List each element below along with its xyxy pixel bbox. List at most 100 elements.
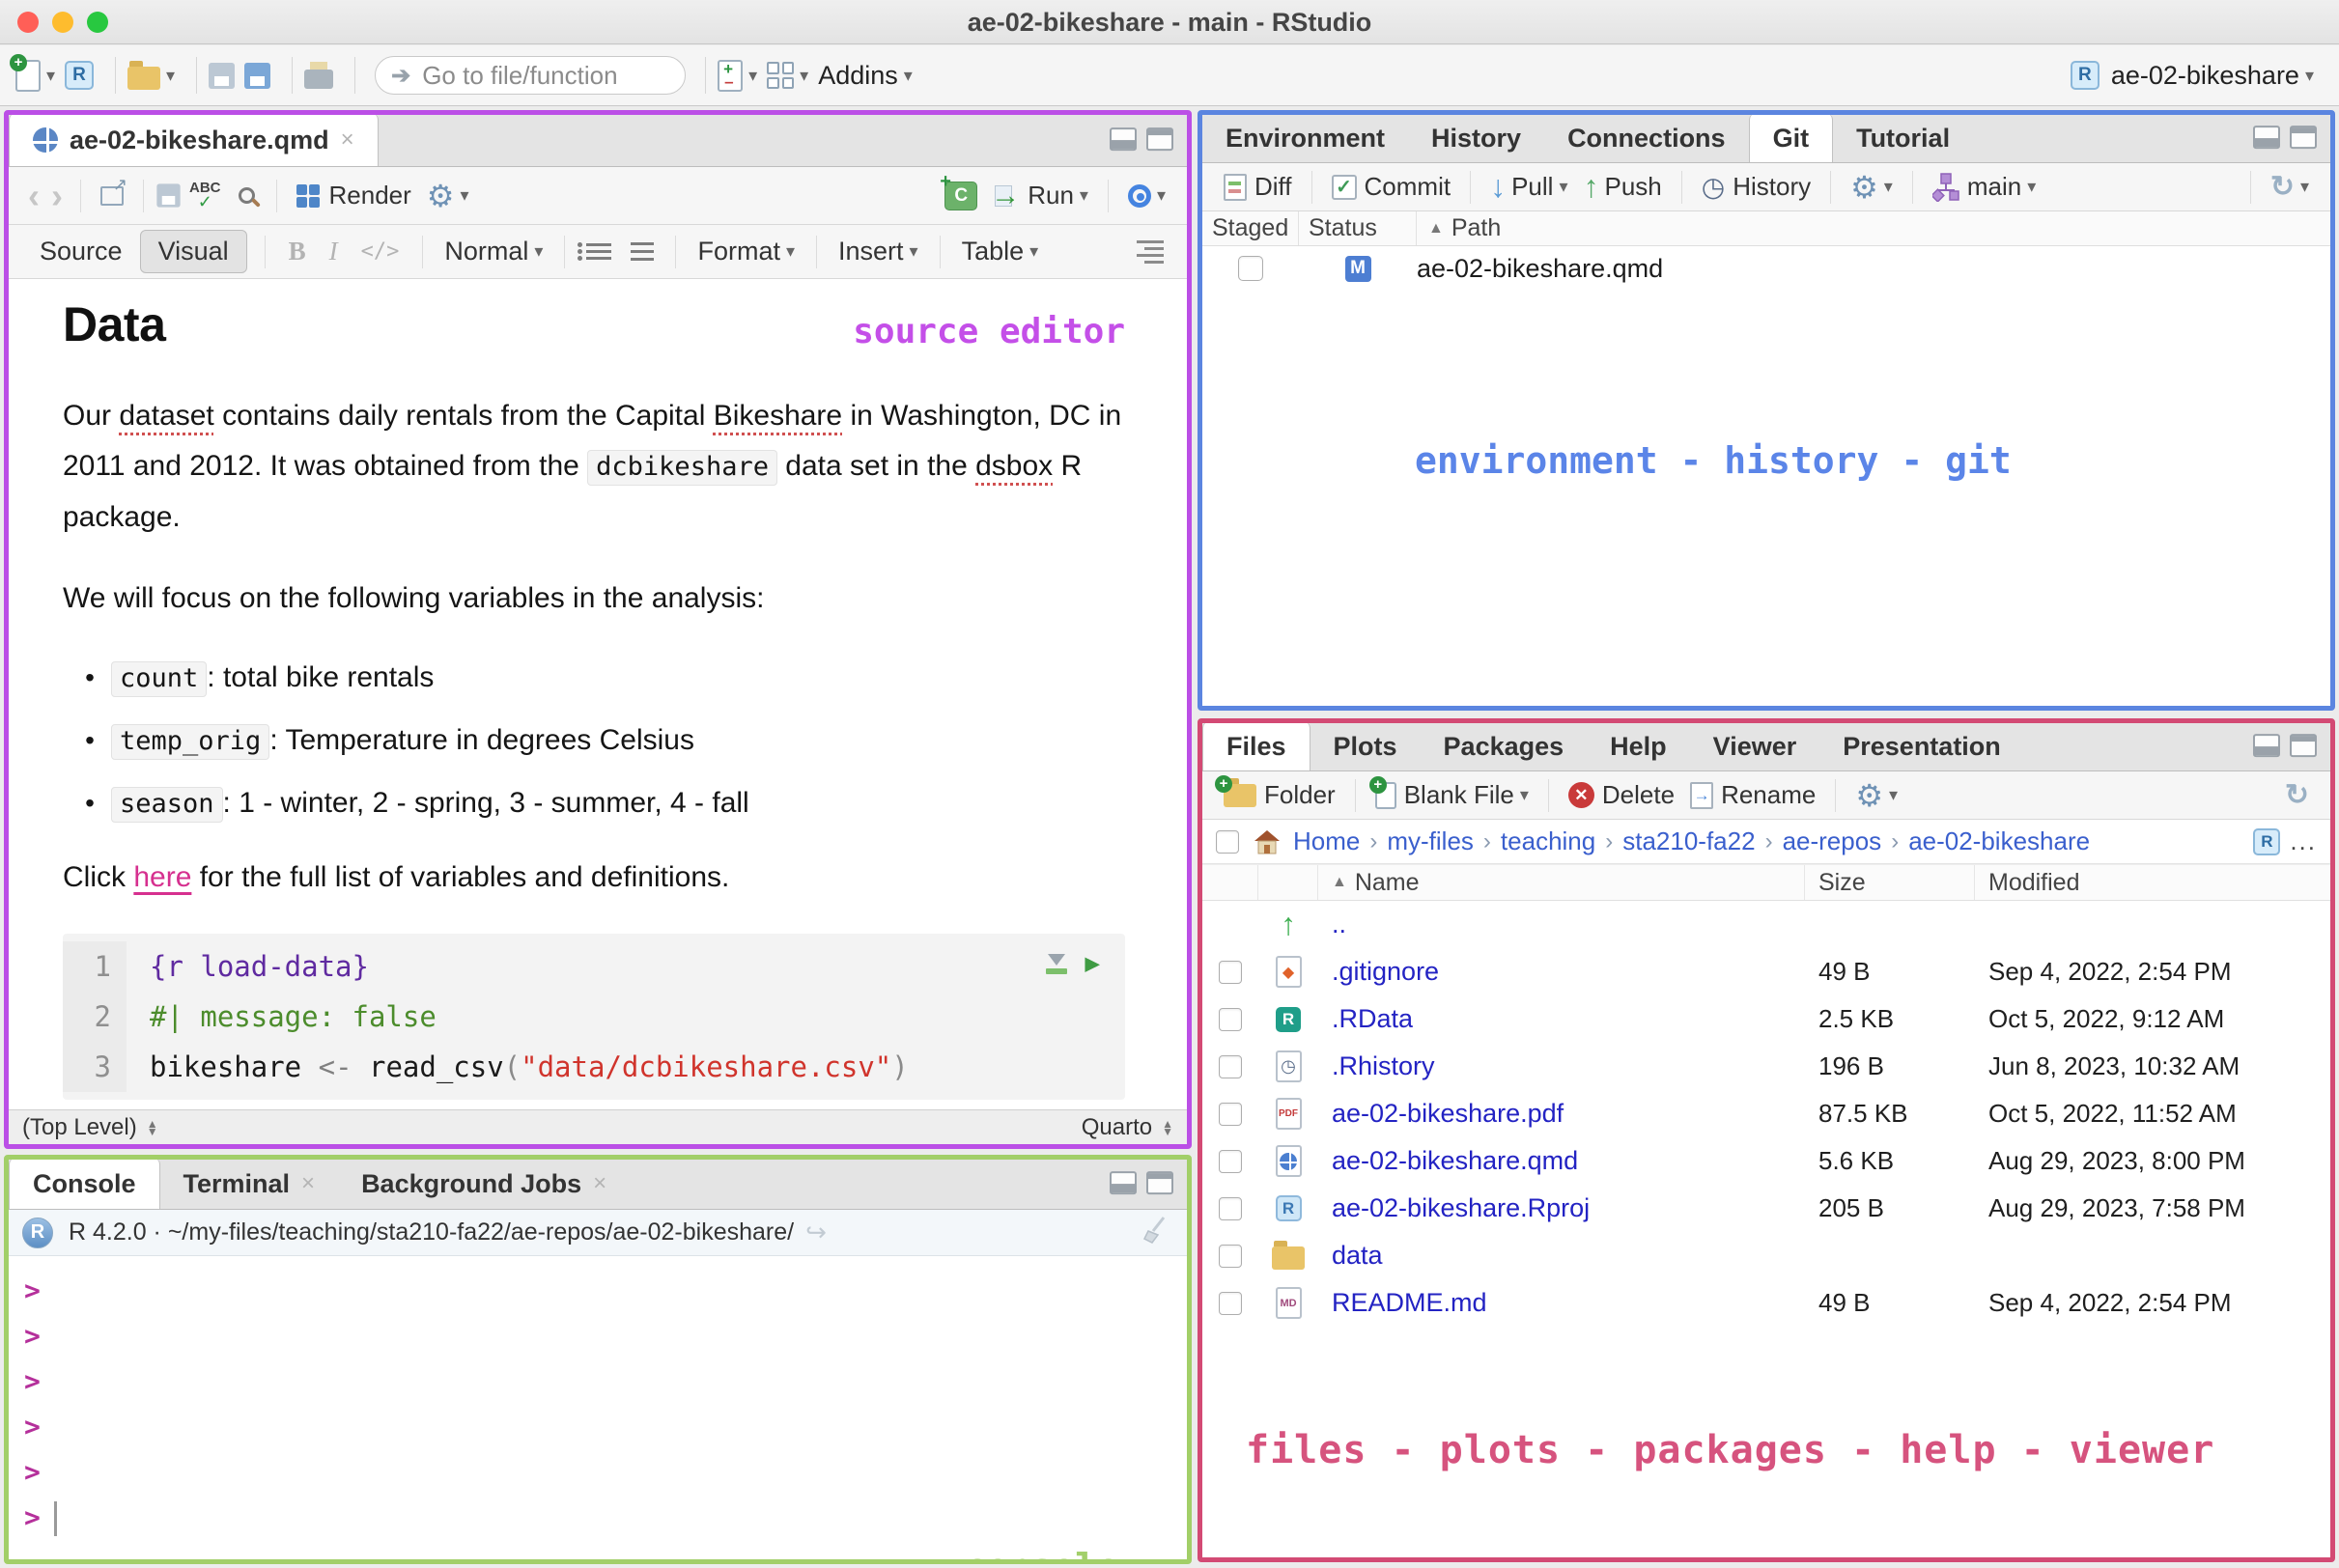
git-settings-button[interactable]: ⚙ ▾ bbox=[1850, 169, 1893, 206]
forward-icon[interactable]: › bbox=[51, 176, 63, 216]
file-row[interactable]: data bbox=[1202, 1232, 2330, 1279]
goto-file-input[interactable]: ➔ Go to file/function bbox=[375, 56, 687, 95]
maximize-pane-button[interactable] bbox=[2290, 125, 2317, 149]
pull-button[interactable]: ↓ Pull ▾ bbox=[1490, 169, 1567, 205]
breadcrumb-ae-02-bikeshare[interactable]: ae-02-bikeshare bbox=[1908, 826, 2090, 856]
tab-tutorial[interactable]: Tutorial bbox=[1833, 115, 1973, 162]
italic-button[interactable]: I bbox=[329, 237, 338, 266]
file-row[interactable]: ◆ .gitignore 49 B Sep 4, 2022, 2:54 PM bbox=[1202, 948, 2330, 995]
save-button[interactable] bbox=[209, 62, 236, 89]
zoom-window-button[interactable] bbox=[87, 12, 108, 33]
outline-location-selector[interactable]: (Top Level) bbox=[22, 1114, 137, 1141]
close-icon[interactable]: × bbox=[301, 1170, 315, 1197]
maximize-pane-button[interactable] bbox=[1146, 1170, 1173, 1194]
save-icon[interactable] bbox=[156, 183, 181, 208]
format-menu[interactable]: Format ▾ bbox=[697, 237, 795, 266]
new-file-button[interactable]: + ▾ bbox=[10, 53, 55, 92]
spellcheck-icon[interactable]: ABC ✓ bbox=[189, 181, 221, 210]
tab-plots[interactable]: Plots bbox=[1310, 723, 1421, 770]
workspace-panes-button[interactable]: ▾ bbox=[767, 62, 808, 89]
file-row[interactable]: ae-02-bikeshare.qmd 5.6 KB Aug 29, 2023,… bbox=[1202, 1137, 2330, 1185]
close-window-button[interactable] bbox=[17, 12, 39, 33]
breadcrumb-teaching[interactable]: teaching bbox=[1501, 826, 1595, 856]
tab-history[interactable]: History bbox=[1408, 115, 1544, 162]
tab-qmd-document[interactable]: ae-02-bikeshare.qmd × bbox=[9, 115, 379, 166]
minimize-pane-button[interactable] bbox=[2253, 733, 2280, 757]
column-name[interactable]: ▲ Name bbox=[1318, 865, 1805, 900]
publish-button[interactable]: ▾ bbox=[1127, 183, 1166, 208]
tab-packages[interactable]: Packages bbox=[1421, 723, 1588, 770]
column-staged[interactable]: Staged bbox=[1202, 211, 1299, 245]
code-format-button[interactable]: </> bbox=[361, 239, 400, 264]
table-menu[interactable]: Table ▾ bbox=[962, 237, 1039, 266]
push-button[interactable]: ↑ Push bbox=[1584, 169, 1662, 205]
open-file-button[interactable]: ▾ bbox=[127, 61, 175, 90]
staged-checkbox[interactable] bbox=[1238, 256, 1263, 281]
file-name[interactable]: README.md bbox=[1318, 1288, 1805, 1318]
minimize-pane-button[interactable] bbox=[1110, 1170, 1137, 1194]
diff-button[interactable]: Diff bbox=[1224, 172, 1292, 202]
file-row[interactable]: PDF ae-02-bikeshare.pdf 87.5 KB Oct 5, 2… bbox=[1202, 1090, 2330, 1137]
file-row[interactable]: ◷ .Rhistory 196 B Jun 8, 2023, 10:32 AM bbox=[1202, 1043, 2330, 1090]
file-checkbox[interactable] bbox=[1219, 1102, 1242, 1126]
tab-terminal[interactable]: Terminal × bbox=[160, 1160, 339, 1209]
console-output[interactable]: > > > > > > console bbox=[9, 1256, 1187, 1559]
file-checkbox[interactable] bbox=[1219, 1291, 1242, 1315]
render-button[interactable]: Render bbox=[296, 181, 411, 210]
close-icon[interactable]: × bbox=[593, 1170, 606, 1197]
breadcrumb-home[interactable]: Home bbox=[1293, 826, 1360, 856]
file-name[interactable]: ae-02-bikeshare.pdf bbox=[1318, 1099, 1805, 1129]
new-project-button[interactable]: R bbox=[65, 61, 95, 90]
home-icon[interactable] bbox=[1253, 828, 1282, 855]
bullet-list-icon[interactable] bbox=[578, 242, 612, 261]
tab-git[interactable]: Git bbox=[1748, 115, 1834, 162]
column-status[interactable]: Status bbox=[1299, 211, 1417, 245]
file-name[interactable]: ae-02-bikeshare.Rproj bbox=[1318, 1193, 1805, 1223]
project-selector[interactable]: R ae-02-bikeshare ▾ bbox=[2070, 61, 2314, 91]
tab-environment[interactable]: Environment bbox=[1202, 115, 1408, 162]
run-button[interactable]: → Run ▾ bbox=[991, 180, 1088, 212]
file-row[interactable]: MD README.md 49 B Sep 4, 2022, 2:54 PM bbox=[1202, 1279, 2330, 1327]
file-checkbox[interactable] bbox=[1219, 1196, 1242, 1220]
maximize-pane-button[interactable] bbox=[1146, 126, 1173, 151]
run-chunks-above-icon[interactable] bbox=[1046, 953, 1068, 974]
file-name[interactable]: .. bbox=[1318, 910, 1805, 939]
insert-chunk-button[interactable]: C bbox=[940, 171, 978, 210]
doc-type-selector[interactable]: Quarto bbox=[1082, 1114, 1152, 1141]
minimize-window-button[interactable] bbox=[52, 12, 73, 33]
refresh-button[interactable]: ↻ ▾ bbox=[2270, 170, 2309, 204]
history-button[interactable]: ◷ History bbox=[1702, 171, 1811, 203]
file-row[interactable]: R ae-02-bikeshare.Rproj 205 B Aug 29, 20… bbox=[1202, 1185, 2330, 1232]
tab-files[interactable]: Files bbox=[1202, 723, 1310, 770]
tab-connections[interactable]: Connections bbox=[1544, 115, 1749, 162]
file-checkbox[interactable] bbox=[1219, 1244, 1242, 1268]
more-columns-button[interactable]: ... bbox=[2290, 826, 2317, 856]
file-row[interactable]: R .RData 2.5 KB Oct 5, 2022, 9:12 AM bbox=[1202, 995, 2330, 1043]
run-chunk-icon[interactable]: ▶ bbox=[1085, 949, 1100, 978]
save-all-button[interactable] bbox=[244, 62, 271, 89]
paragraph-style-dropdown[interactable]: Normal ▾ bbox=[444, 237, 543, 266]
search-icon[interactable] bbox=[238, 187, 255, 204]
column-size[interactable]: Size bbox=[1805, 865, 1975, 900]
render-settings-button[interactable]: ⚙ ▾ bbox=[427, 178, 469, 214]
bold-button[interactable]: B bbox=[289, 237, 306, 266]
addins-menu[interactable]: Addins ▾ bbox=[818, 61, 913, 91]
here-link[interactable]: here bbox=[133, 861, 191, 893]
source-mode-button[interactable]: Source bbox=[22, 231, 140, 272]
files-settings-button[interactable]: ⚙ ▾ bbox=[1855, 777, 1898, 814]
outline-toggle-icon[interactable] bbox=[1137, 239, 1173, 264]
close-icon[interactable]: × bbox=[341, 126, 354, 154]
file-name[interactable]: .RData bbox=[1318, 1004, 1805, 1034]
back-icon[interactable]: ‹ bbox=[28, 176, 40, 216]
print-button[interactable] bbox=[304, 62, 334, 89]
code-chunk[interactable]: ▶ 1 {r load-data} 2 #| message: false 3 … bbox=[63, 934, 1125, 1100]
tab-background-jobs[interactable]: Background Jobs × bbox=[338, 1160, 630, 1209]
column-path[interactable]: ▲ Path bbox=[1417, 214, 2330, 242]
minimize-pane-button[interactable] bbox=[2253, 125, 2280, 149]
delete-button[interactable]: ✕ Delete bbox=[1567, 780, 1675, 810]
open-dir-icon[interactable]: ↪ bbox=[805, 1218, 827, 1247]
clear-console-icon[interactable] bbox=[1141, 1214, 1173, 1251]
tab-presentation[interactable]: Presentation bbox=[1819, 723, 2024, 770]
commit-button[interactable]: ✓ Commit bbox=[1331, 172, 1451, 202]
open-in-window-icon[interactable] bbox=[100, 175, 127, 206]
